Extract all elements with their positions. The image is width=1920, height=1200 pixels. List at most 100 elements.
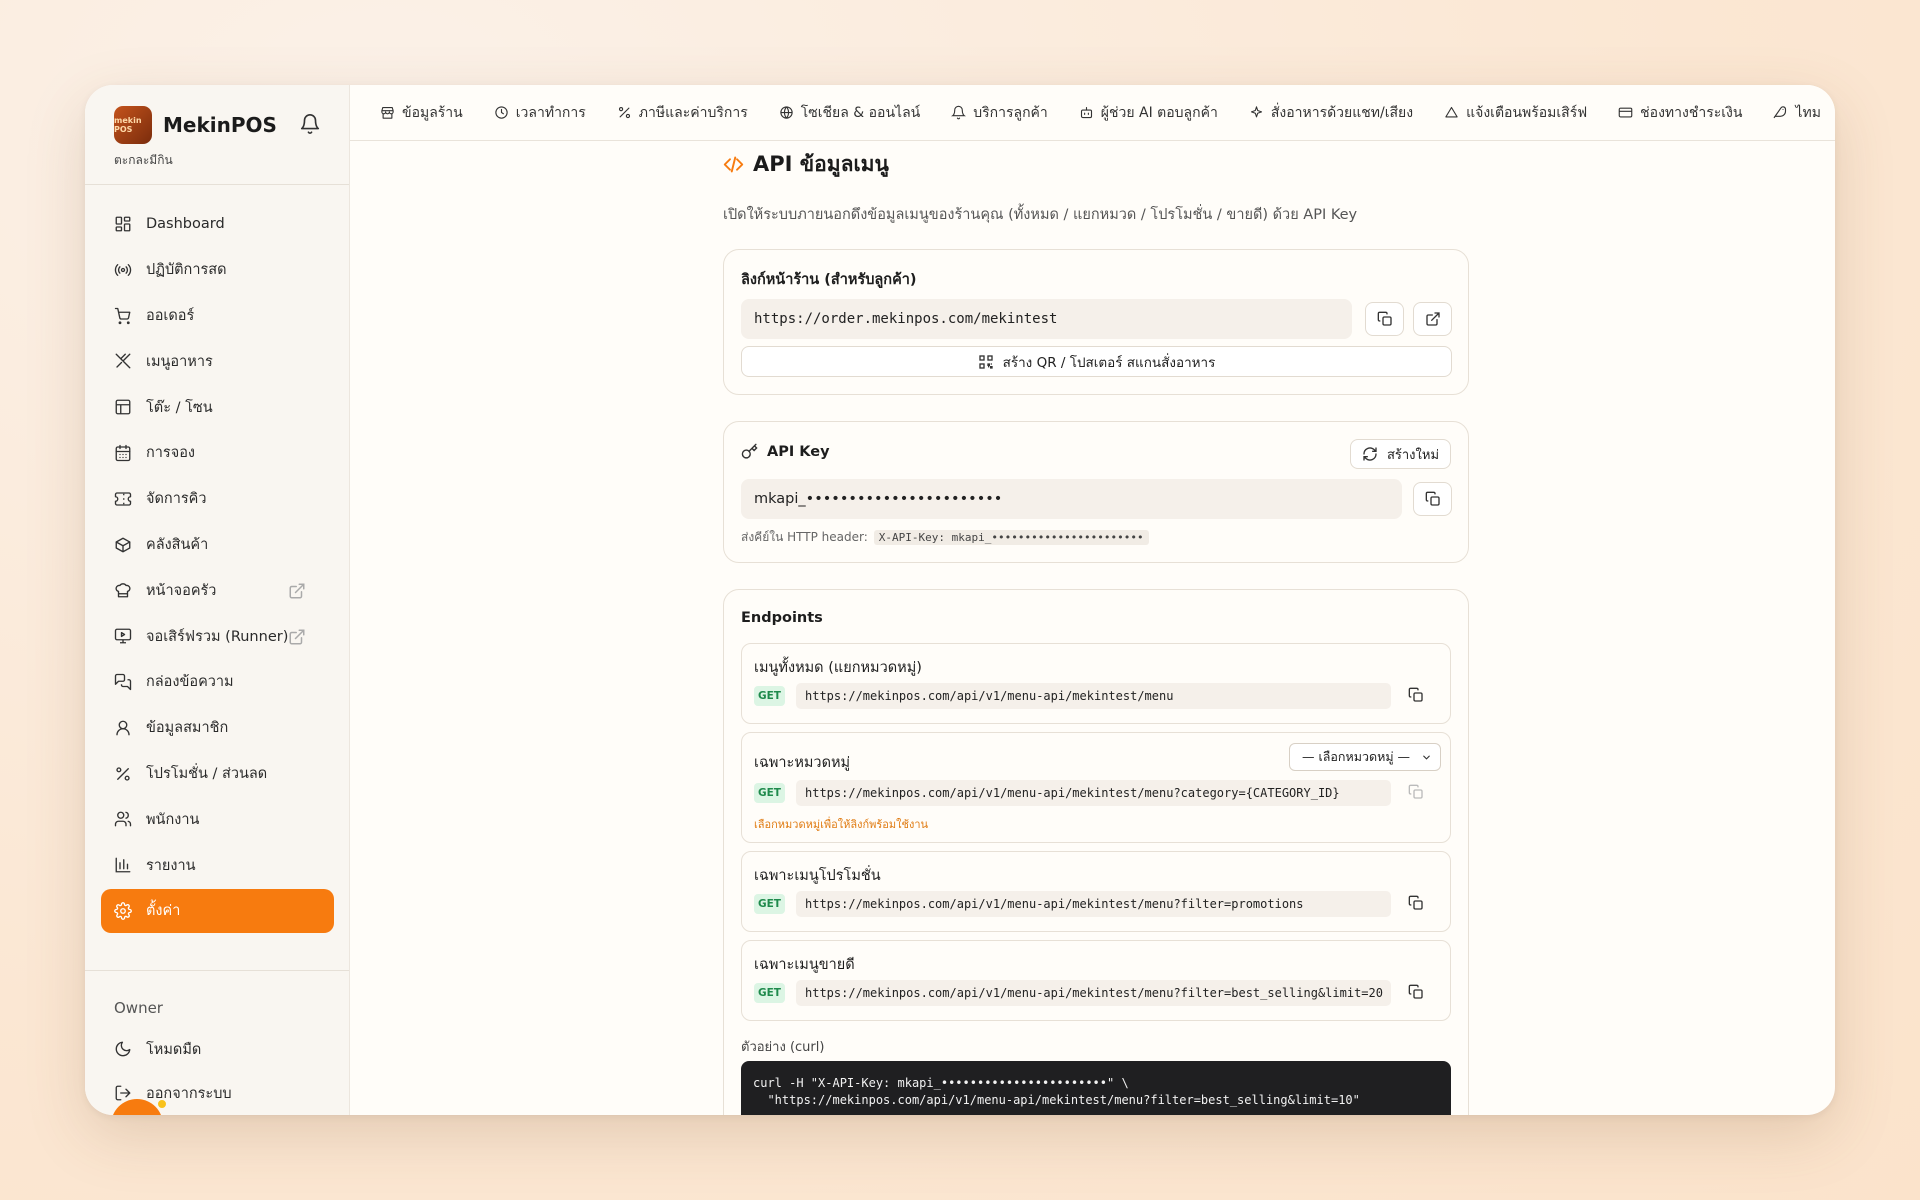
sidebar-item-orders[interactable]: ออเดอร์ xyxy=(101,294,334,338)
tab-label: ไทม xyxy=(1795,104,1821,121)
user-icon xyxy=(116,720,130,736)
copy-icon xyxy=(1408,784,1423,799)
key-icon xyxy=(741,443,758,459)
sidebar-item-settings[interactable]: ตั้งค่า xyxy=(101,888,334,933)
tab-customer-service[interactable]: บริการลูกค้า xyxy=(951,102,1048,124)
tab-label: ภาษีและค่าบริการ xyxy=(638,104,748,121)
chat-icon xyxy=(114,673,132,691)
tab-tax[interactable]: ภาษีและค่าบริการ xyxy=(617,102,748,124)
sidebar-item-runner-display[interactable]: จอเสิร์ฟรวม (Runner) xyxy=(101,614,334,658)
tab-label: ผู้ช่วย AI ตอบลูกค้า xyxy=(1100,104,1218,121)
copy-icon xyxy=(1377,311,1392,326)
sidebar-item-label: จัดการคิว xyxy=(146,491,207,508)
copy-icon xyxy=(1408,687,1423,702)
globe-icon xyxy=(780,106,793,119)
sidebar-item-label: ข้อมูลสมาชิก xyxy=(146,720,229,737)
sidebar-item-inventory[interactable]: คลังสินค้า xyxy=(101,523,334,567)
store-name: ตะกละมีกิน xyxy=(114,153,173,167)
copy-url-button[interactable] xyxy=(1408,784,1426,802)
sidebar-item-staff[interactable]: พนักงาน xyxy=(101,797,334,841)
sidebar-item-live-ops[interactable]: ปฏิบัติการสด xyxy=(101,248,334,292)
cart-icon xyxy=(114,307,131,324)
code-line: "https://mekinpos.com/api/v1/menu-api/me… xyxy=(753,1093,1360,1107)
copy-url-button[interactable] xyxy=(1408,687,1426,705)
sidebar-item-label: ตั้งค่า xyxy=(146,903,181,920)
sidebar-item-label: ออเดอร์ xyxy=(146,308,195,325)
sidebar-item-label: พนักงาน xyxy=(146,811,200,828)
sidebar-item-inbox[interactable]: กล่องข้อความ xyxy=(101,660,334,704)
sidebar-item-label: จอเสิร์ฟรวม (Runner) xyxy=(146,628,289,645)
qr-poster-button[interactable]: สร้าง QR / โปสเตอร์ สแกนสั่งอาหาร xyxy=(741,346,1452,377)
tab-hours[interactable]: เวลาทำการ xyxy=(494,102,586,124)
qr-code-icon xyxy=(978,354,993,369)
copy-button[interactable] xyxy=(1365,302,1404,336)
hint-label: ส่งคีย์ใน HTTP header: xyxy=(741,530,868,544)
sidebar-item-kitchen-display[interactable]: หน้าจอครัว xyxy=(101,568,334,612)
endpoint-by-category: เฉพาะหมวดหมู่ — เลือกหมวดหมู่ — GET http… xyxy=(741,732,1451,843)
category-select[interactable]: — เลือกหมวดหมู่ — xyxy=(1289,743,1441,771)
sidebar-item-promotions[interactable]: โปรโมชั่น / ส่วนลด xyxy=(101,752,334,796)
regenerate-label: สร้างใหม่ xyxy=(1386,447,1440,463)
sidebar-item-tables[interactable]: โต๊ะ / โซน xyxy=(101,385,334,429)
chevron-down-icon xyxy=(1423,755,1430,760)
sidebar-nav: Dashboard ปฏิบัติการสด ออเดอร์ เมนูอาหาร… xyxy=(101,202,334,935)
tab-label: แจ้งเตือนพร้อมเสิร์ฟ xyxy=(1466,104,1588,121)
endpoint-url[interactable]: https://mekinpos.com/api/v1/menu-api/mek… xyxy=(796,780,1391,806)
sidebar-item-label: คลังสินค้า xyxy=(146,537,209,554)
page-description: เปิดให้ระบบภายนอกดึงข้อมูลเมนูของร้านคุณ… xyxy=(723,207,1358,223)
dark-mode-label: โหมดมืด xyxy=(146,1041,202,1058)
card-title: ลิงก์หน้าร้าน (สำหรับลูกค้า) xyxy=(741,272,917,288)
open-link-button[interactable] xyxy=(1413,302,1452,336)
endpoint-url[interactable]: https://mekinpos.com/api/v1/menu-api/mek… xyxy=(796,683,1391,709)
api-key-field[interactable]: mkapi_••••••••••••••••••••••• xyxy=(741,479,1402,519)
utensils-icon xyxy=(115,353,131,369)
external-link-icon xyxy=(289,629,305,645)
sidebar-item-members[interactable]: ข้อมูลสมาชิก xyxy=(101,706,334,750)
tab-ready-notify[interactable]: แจ้งเตือนพร้อมเสิร์ฟ xyxy=(1444,102,1587,124)
hint-code: X-API-Key: mkapi_••••••••••••••••••••••• xyxy=(873,530,1149,545)
monitor-play-icon xyxy=(114,628,132,644)
bell-icon[interactable] xyxy=(299,113,321,135)
users-icon xyxy=(114,811,132,827)
card-title: Endpoints xyxy=(741,610,823,626)
tab-theme[interactable]: ไทม xyxy=(1773,102,1821,124)
cloche-icon xyxy=(1445,106,1458,118)
tab-social[interactable]: โซเชียล & ออนไลน์ xyxy=(779,102,921,124)
table-icon xyxy=(115,399,131,415)
brand[interactable]: mekin POS MekinPOS xyxy=(114,106,277,144)
credit-card-icon xyxy=(1618,107,1633,118)
curl-code-block[interactable]: curl -H "X-API-Key: mkapi_••••••••••••••… xyxy=(741,1061,1451,1115)
dark-mode-toggle[interactable]: โหมดมืด xyxy=(101,1029,334,1069)
tab-label: โซเชียล & ออนไลน์ xyxy=(800,104,921,121)
sidebar-item-label: โปรโมชั่น / ส่วนลด xyxy=(146,766,268,783)
sidebar-item-reservations[interactable]: การจอง xyxy=(101,431,334,475)
tab-ai-assistant[interactable]: ผู้ช่วย AI ตอบลูกค้า xyxy=(1079,102,1218,124)
box-icon xyxy=(115,537,131,553)
dashboard-icon xyxy=(115,216,131,232)
copy-url-button[interactable] xyxy=(1408,984,1426,1002)
storefront-url-field[interactable]: https://order.mekinpos.com/mekintest xyxy=(741,299,1352,339)
sidebar-item-dashboard[interactable]: Dashboard xyxy=(101,202,334,246)
endpoint-url[interactable]: https://mekinpos.com/api/v1/menu-api/mek… xyxy=(796,891,1391,917)
refresh-icon xyxy=(1363,447,1377,461)
copy-key-button[interactable] xyxy=(1413,482,1452,516)
card-title: API Key xyxy=(767,443,830,460)
tab-payment[interactable]: ช่องทางชำระเงิน xyxy=(1618,102,1742,124)
sidebar-item-label: โต๊ะ / โซน xyxy=(146,399,213,416)
storefront-link-card: ลิงก์หน้าร้าน (สำหรับลูกค้า) https://ord… xyxy=(723,249,1469,395)
tab-chat-order[interactable]: สั่งอาหารด้วยแชท/เสียง xyxy=(1249,102,1413,124)
sidebar-item-label: Dashboard xyxy=(146,216,225,232)
page-title: API ข้อมูลเมนู xyxy=(723,148,889,181)
regenerate-key-button[interactable]: สร้างใหม่ xyxy=(1350,439,1451,469)
status-dot xyxy=(156,1098,168,1110)
api-key-card: API Key สร้างใหม่ mkapi_••••••••••••••••… xyxy=(723,421,1469,563)
sidebar-item-menu[interactable]: เมนูอาหาร xyxy=(101,339,334,383)
sidebar-item-reports[interactable]: รายงาน xyxy=(101,843,334,887)
sidebar-item-queue[interactable]: จัดการคิว xyxy=(101,477,334,521)
bar-chart-icon xyxy=(115,857,131,873)
divider xyxy=(85,184,349,185)
tab-label: บริการลูกค้า xyxy=(973,104,1048,121)
copy-url-button[interactable] xyxy=(1408,895,1426,913)
endpoint-url[interactable]: https://mekinpos.com/api/v1/menu-api/mek… xyxy=(796,980,1391,1006)
tab-store-info[interactable]: ข้อมูลร้าน xyxy=(380,102,463,124)
